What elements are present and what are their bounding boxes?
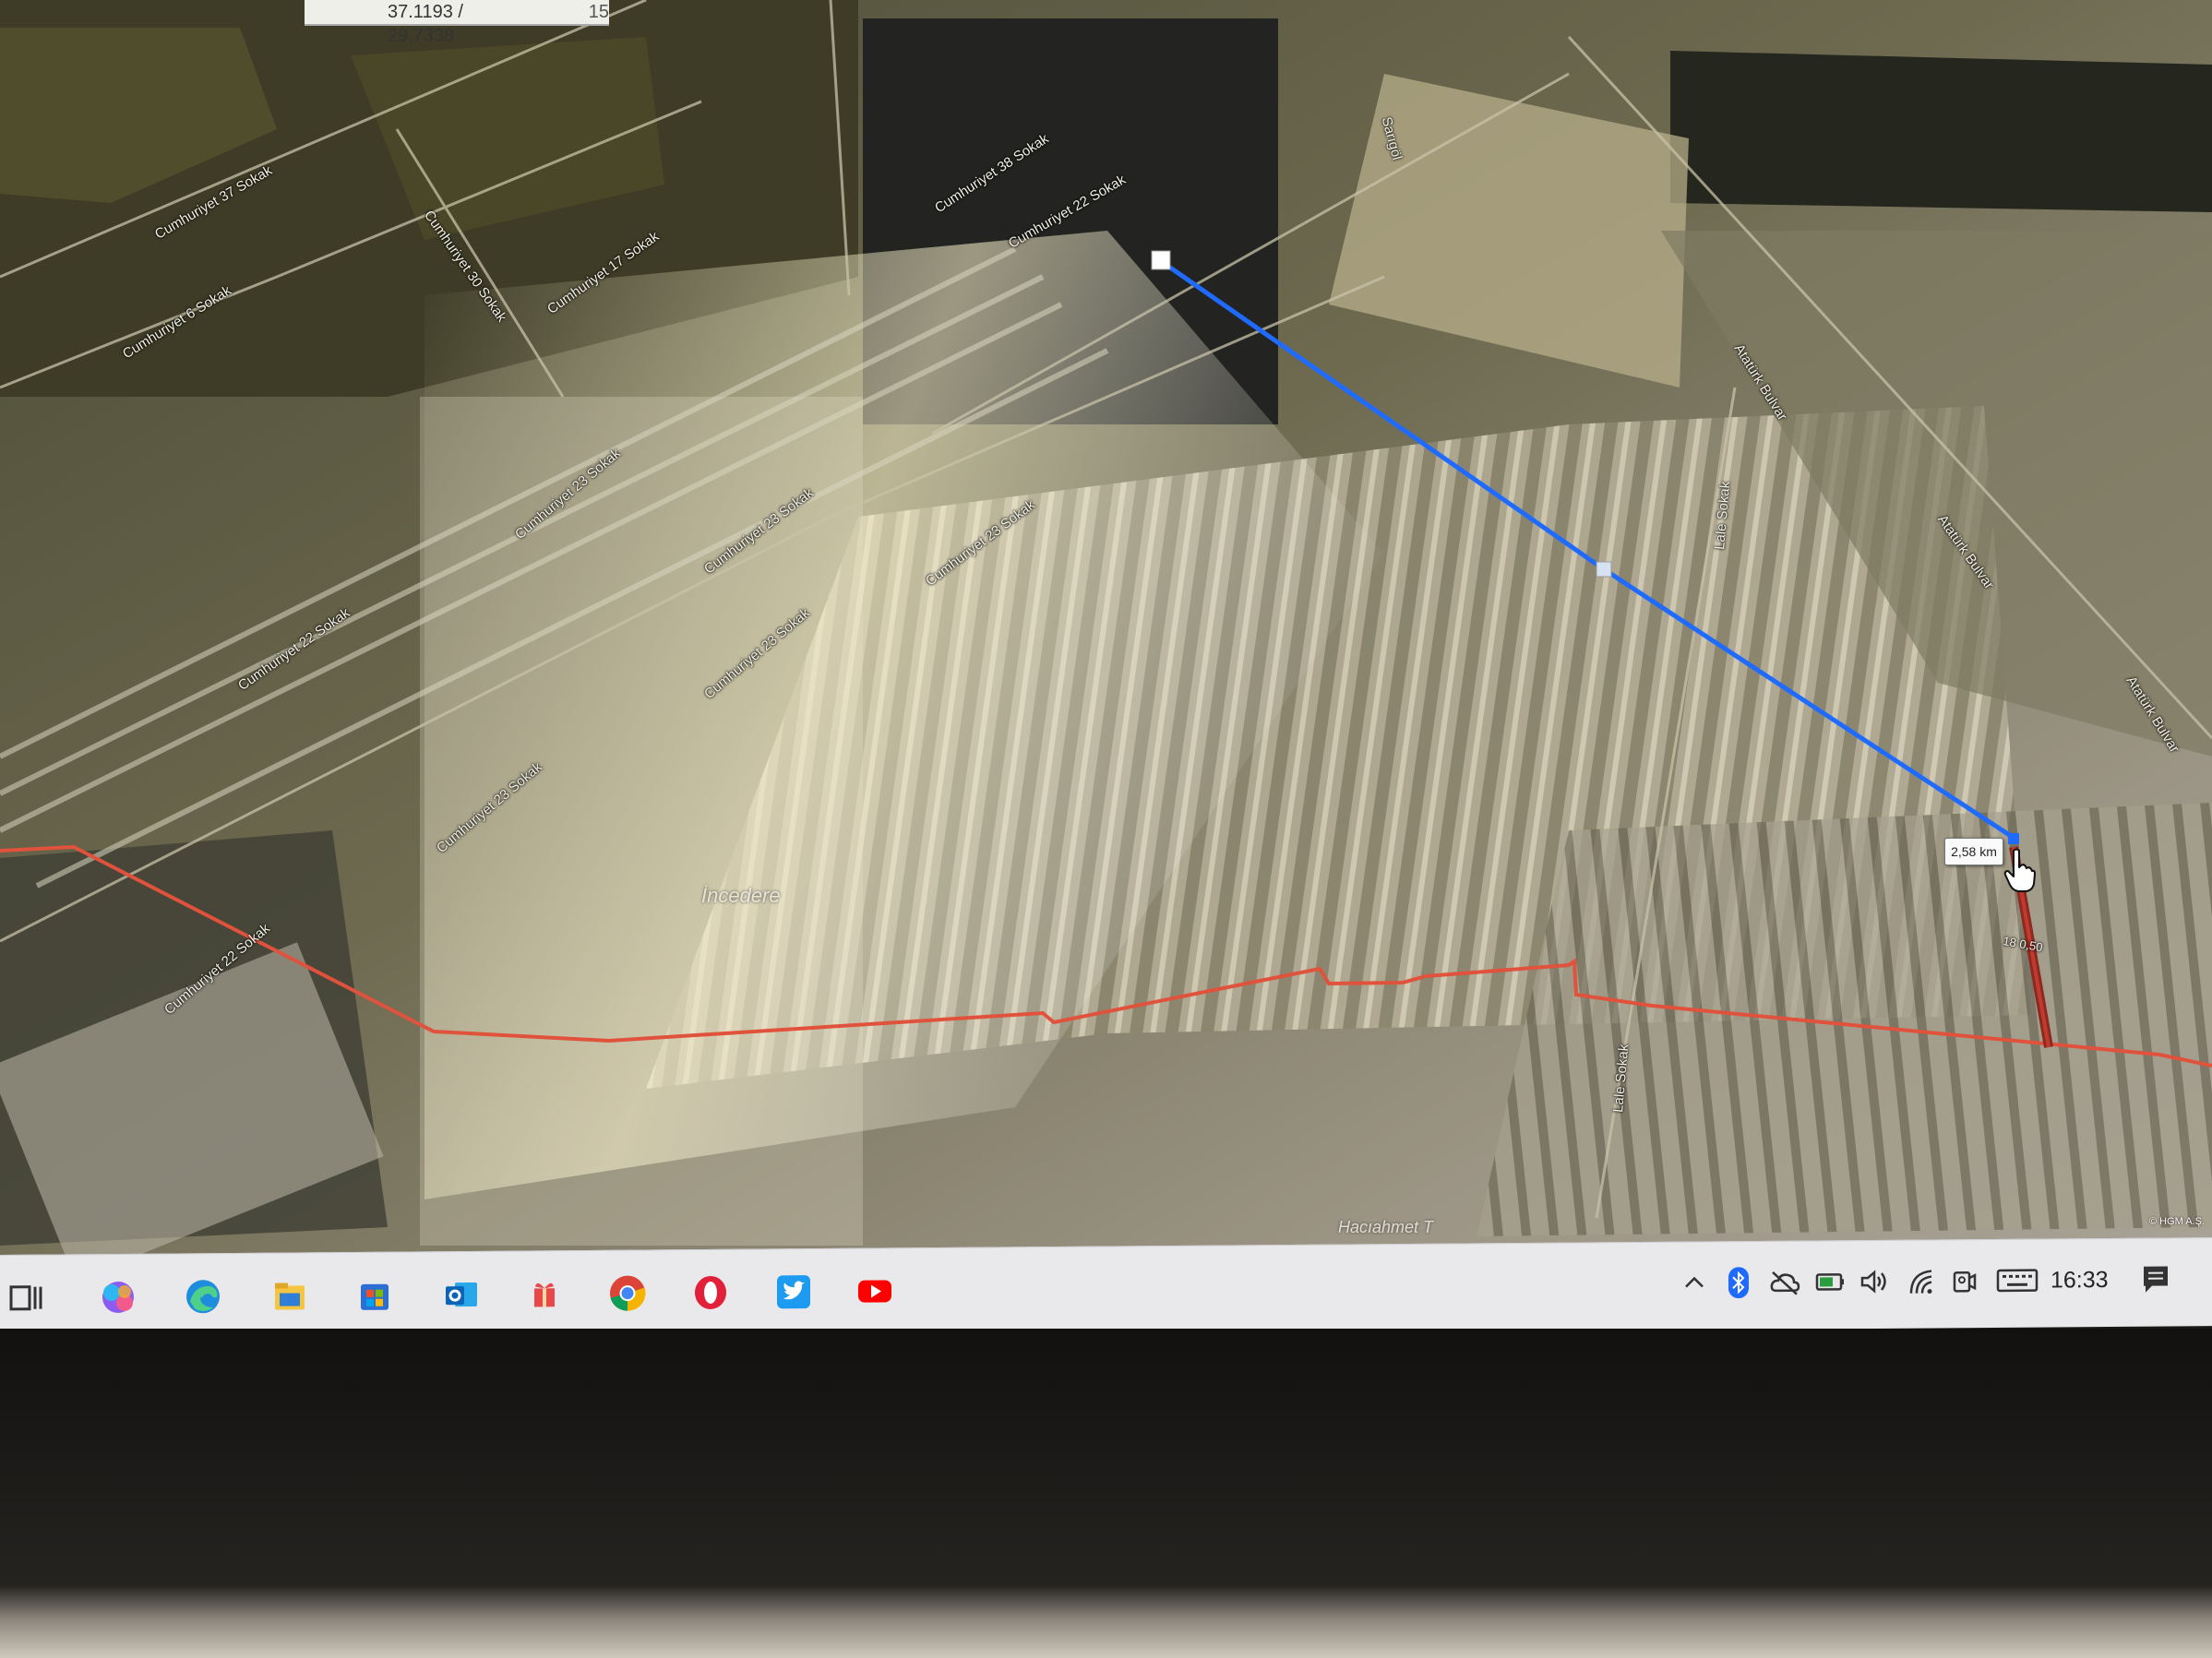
- notification-icon[interactable]: [2139, 1263, 2172, 1296]
- keyboard-icon[interactable]: [1993, 1264, 2041, 1297]
- volume-icon[interactable]: [1859, 1265, 1892, 1298]
- chrome-icon[interactable]: [605, 1270, 650, 1315]
- screen: 37.1193 / 29.7338 15 Cumhuriyet 37 Sokak…: [0, 0, 2212, 1347]
- coordinate-readout: 37.1193 / 29.7338 15: [305, 0, 609, 46]
- microsoft-store-icon[interactable]: [353, 1273, 397, 1318]
- outlook-icon[interactable]: [439, 1272, 484, 1317]
- zoom-level: 15: [588, 2, 609, 22]
- wifi-icon[interactable]: [1905, 1265, 1938, 1298]
- bluetooth-icon[interactable]: [1722, 1266, 1755, 1299]
- battery-icon[interactable]: [1814, 1265, 1847, 1298]
- clock[interactable]: 16:33: [2051, 1267, 2109, 1294]
- copilot-icon[interactable]: [96, 1275, 140, 1319]
- opera-icon[interactable]: [688, 1270, 733, 1315]
- task-view-icon[interactable]: [4, 1276, 48, 1320]
- measure-end-handle: [2008, 833, 2019, 844]
- place-label-haciahmet: Hacıahmet T: [1338, 1218, 1434, 1236]
- measure-mid-handle: [1596, 561, 1612, 578]
- coordinate-text: 37.1193 / 29.7338: [388, 2, 463, 46]
- chevron-up-icon[interactable]: [1678, 1266, 1711, 1299]
- twitter-icon[interactable]: [771, 1270, 816, 1314]
- edge-icon[interactable]: [181, 1274, 225, 1318]
- camera-icon[interactable]: [1947, 1264, 1980, 1297]
- laptop-bezel: [0, 1329, 2212, 1658]
- measure-start-handle: [1151, 250, 1171, 270]
- taskbar: 16:33: [0, 1237, 2212, 1343]
- gift-icon[interactable]: [522, 1271, 567, 1316]
- cloud-off-icon[interactable]: [1768, 1266, 1801, 1299]
- place-label-incedere: İncedere: [701, 884, 781, 907]
- hand-cursor-icon: [2003, 848, 2036, 892]
- measure-distance-label: 2,58 km: [1944, 838, 2003, 865]
- file-explorer-icon[interactable]: [268, 1273, 312, 1318]
- youtube-icon[interactable]: [853, 1269, 897, 1313]
- map-attribution: © HGM A.Ş.: [2148, 1216, 2205, 1227]
